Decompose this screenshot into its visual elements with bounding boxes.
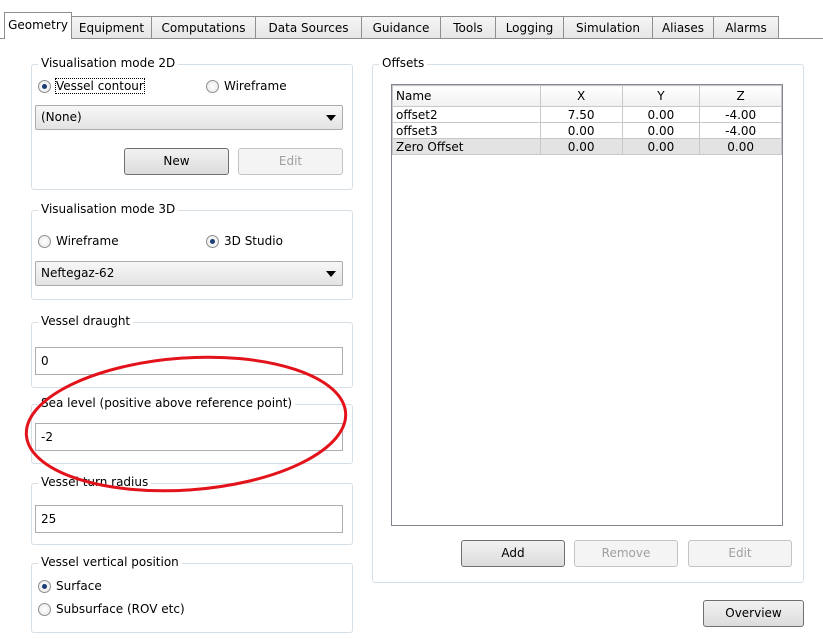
radio-3d-studio[interactable]: 3D Studio bbox=[206, 234, 283, 248]
cell-name: offset3 bbox=[392, 122, 541, 139]
tab-logging[interactable]: Logging bbox=[495, 16, 564, 38]
group-legend: Vessel draught bbox=[38, 314, 134, 328]
add-offset-button[interactable]: Add bbox=[461, 540, 565, 567]
offsets-table: Name X Y Z offset2 7.50 0.00 -4.00 offse… bbox=[391, 84, 783, 526]
overview-button[interactable]: Overview bbox=[703, 600, 804, 627]
tab-alarms[interactable]: Alarms bbox=[713, 16, 779, 38]
model-select[interactable]: Neftegaz-62 bbox=[35, 261, 343, 286]
chevron-down-icon bbox=[326, 115, 336, 121]
column-header-x[interactable]: X bbox=[539, 85, 623, 107]
radio-selected-icon bbox=[38, 579, 51, 593]
tab-tools[interactable]: Tools bbox=[440, 16, 496, 38]
column-header-z[interactable]: Z bbox=[699, 85, 782, 107]
group-legend: Visualisation mode 2D bbox=[38, 56, 179, 70]
turn-radius-input[interactable]: 25 bbox=[35, 505, 343, 533]
column-header-name[interactable]: Name bbox=[392, 85, 541, 107]
radio-unselected-icon bbox=[206, 79, 219, 93]
tab-equipment[interactable]: Equipment bbox=[71, 16, 152, 38]
group-legend: Offsets bbox=[379, 56, 428, 70]
tab-aliases[interactable]: Aliases bbox=[652, 16, 714, 38]
radio-label: Wireframe bbox=[224, 79, 287, 93]
table-row[interactable]: offset2 7.50 0.00 -4.00 bbox=[392, 106, 782, 123]
group-legend: Visualisation mode 3D bbox=[38, 202, 179, 216]
tab-bar: Geometry Equipment Computations Data Sou… bbox=[0, 0, 823, 39]
cell-name: Zero Offset bbox=[392, 138, 541, 155]
remove-offset-button[interactable]: Remove bbox=[574, 540, 678, 567]
radio-wireframe-2d[interactable]: Wireframe bbox=[206, 79, 287, 93]
radio-label: Vessel contour bbox=[55, 78, 145, 94]
group-vertical-position: Vessel vertical position Surface Subsurf… bbox=[31, 555, 353, 633]
cell-z: -4.00 bbox=[699, 106, 782, 123]
contour-select[interactable]: (None) bbox=[35, 105, 343, 130]
radio-label: Wireframe bbox=[56, 234, 119, 248]
combo-value: Neftegaz-62 bbox=[41, 266, 115, 280]
radio-wireframe-3d[interactable]: Wireframe bbox=[38, 234, 119, 248]
radio-subsurface[interactable]: Subsurface (ROV etc) bbox=[38, 602, 185, 616]
group-vis-mode-2d: Visualisation mode 2D Vessel contour Wir… bbox=[31, 56, 353, 190]
cell-x: 0.00 bbox=[539, 122, 623, 139]
group-turn-radius: Vessel turn radius 25 bbox=[31, 475, 353, 545]
group-legend: Vessel turn radius bbox=[38, 475, 152, 489]
tab-data-sources[interactable]: Data Sources bbox=[255, 16, 362, 38]
tab-geometry[interactable]: Geometry bbox=[4, 12, 72, 39]
tab-simulation[interactable]: Simulation bbox=[563, 16, 653, 38]
cell-name: offset2 bbox=[392, 106, 541, 123]
radio-selected-icon bbox=[206, 234, 219, 248]
cell-y: 0.00 bbox=[621, 138, 701, 155]
radio-selected-icon bbox=[38, 79, 51, 93]
combo-value: (None) bbox=[41, 110, 82, 124]
radio-label: Subsurface (ROV etc) bbox=[56, 602, 185, 616]
radio-unselected-icon bbox=[38, 234, 51, 248]
edit-contour-button[interactable]: Edit bbox=[238, 148, 343, 175]
radio-label: Surface bbox=[56, 579, 102, 593]
cell-x: 7.50 bbox=[539, 106, 623, 123]
group-legend: Sea level (positive above reference poin… bbox=[38, 396, 296, 410]
group-vessel-draught: Vessel draught 0 bbox=[31, 314, 353, 388]
edit-offset-button[interactable]: Edit bbox=[688, 540, 792, 567]
column-header-y[interactable]: Y bbox=[621, 85, 701, 107]
tab-guidance[interactable]: Guidance bbox=[361, 16, 441, 38]
cell-y: 0.00 bbox=[621, 122, 701, 139]
cell-z: 0.00 bbox=[699, 138, 782, 155]
group-vis-mode-3d: Visualisation mode 3D Wireframe 3D Studi… bbox=[31, 202, 353, 300]
sea-level-input[interactable]: -2 bbox=[35, 423, 343, 451]
table-header-row: Name X Y Z bbox=[392, 85, 782, 107]
cell-y: 0.00 bbox=[621, 106, 701, 123]
group-sea-level: Sea level (positive above reference poin… bbox=[31, 396, 353, 464]
group-legend: Vessel vertical position bbox=[38, 555, 182, 569]
table-row[interactable]: offset3 0.00 0.00 -4.00 bbox=[392, 122, 782, 139]
radio-label: 3D Studio bbox=[224, 234, 283, 248]
radio-vessel-contour[interactable]: Vessel contour bbox=[38, 78, 145, 94]
radio-surface[interactable]: Surface bbox=[38, 579, 102, 593]
cell-x: 0.00 bbox=[539, 138, 623, 155]
cell-z: -4.00 bbox=[699, 122, 782, 139]
draught-input[interactable]: 0 bbox=[35, 347, 343, 375]
tab-computations[interactable]: Computations bbox=[151, 16, 256, 38]
radio-unselected-icon bbox=[38, 602, 51, 616]
new-button[interactable]: New bbox=[124, 148, 229, 175]
table-row-selected[interactable]: Zero Offset 0.00 0.00 0.00 bbox=[392, 138, 782, 155]
chevron-down-icon bbox=[326, 271, 336, 277]
